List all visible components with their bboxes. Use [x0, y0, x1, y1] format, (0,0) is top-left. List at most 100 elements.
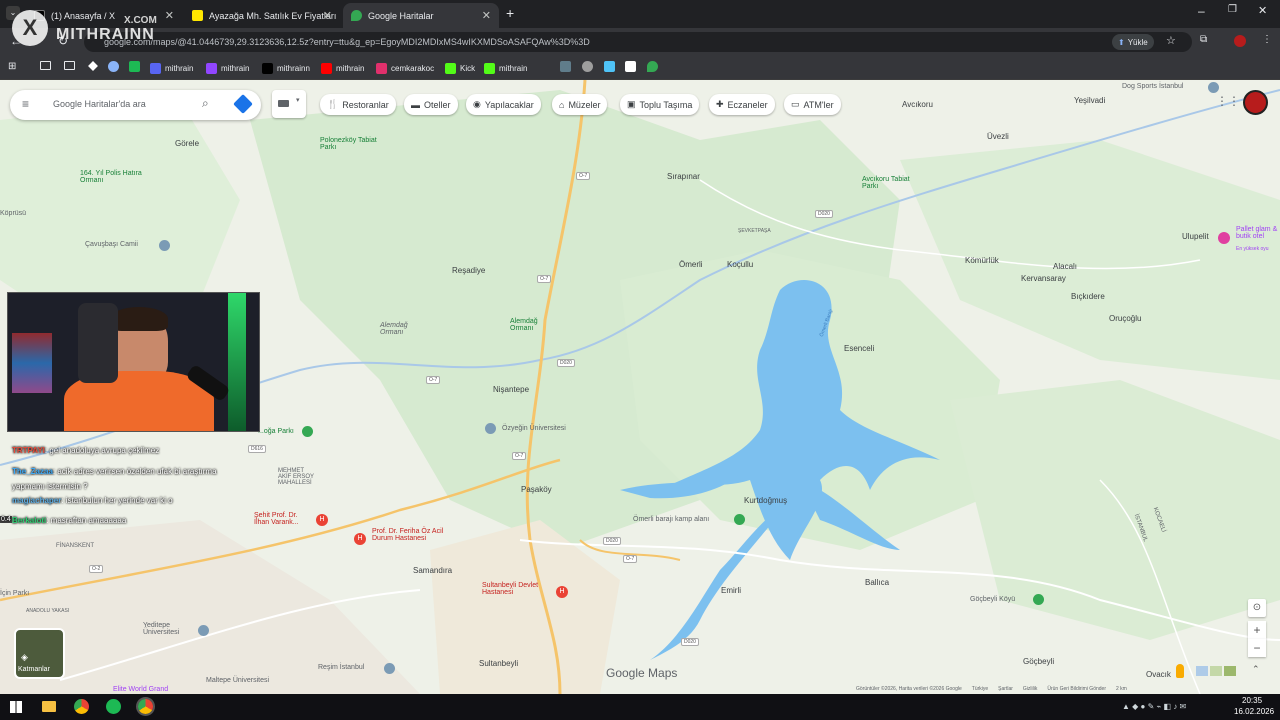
chip-atms[interactable]: ▭ ATM'ler: [784, 94, 841, 115]
place-label: Bıçkıdere: [1071, 292, 1105, 301]
layers-button[interactable]: ◈ Katmanlar: [14, 628, 65, 679]
chat-text: : masraftan amaaaaaa: [46, 516, 127, 525]
place-label: Şehit Prof. Dr. İlhan Varank...: [254, 512, 299, 526]
account-avatar[interactable]: [1243, 90, 1268, 115]
sahibinden-icon: [192, 10, 203, 21]
chip-transit[interactable]: ▣ Toplu Taşıma: [620, 94, 700, 115]
zoom-in-button[interactable]: +: [1248, 621, 1266, 639]
place-pin-icon[interactable]: [1208, 82, 1219, 93]
chat-badge: 0.4: [0, 516, 12, 523]
tab-google-maps[interactable]: Google Haritalar ✕: [343, 3, 499, 28]
google-maps-icon: [351, 10, 362, 21]
hamburger-menu-icon[interactable]: ≡: [22, 97, 29, 111]
chip-museums[interactable]: ⌂ Müzeler: [552, 94, 608, 115]
apps-icon[interactable]: ⊞: [8, 61, 16, 72]
hospital-pin-icon[interactable]: H: [354, 533, 366, 545]
mosque-pin-icon[interactable]: [159, 240, 170, 251]
bookmark-item[interactable]: mithrain: [150, 61, 193, 75]
place-label: Prof. Dr. Feriha Öz Acil Durum Hastanesi: [372, 528, 444, 542]
bookmark-icon[interactable]: [604, 61, 615, 72]
bookmark-icon[interactable]: [625, 61, 636, 72]
file-explorer-icon[interactable]: [42, 701, 56, 712]
menu-icon[interactable]: ⋮: [1262, 34, 1272, 45]
bookmark-icon[interactable]: [560, 61, 571, 72]
bookmark-item[interactable]: mithrain: [321, 61, 364, 75]
close-icon[interactable]: ✕: [482, 9, 491, 22]
hotel-pin-icon[interactable]: [1218, 232, 1230, 244]
expand-icon[interactable]: ⌃: [1252, 664, 1260, 675]
bookmark-icon[interactable]: [647, 61, 658, 72]
map-type-thumbnail[interactable]: [1210, 666, 1222, 676]
park-pin-icon[interactable]: [302, 426, 313, 437]
apps-grid-icon[interactable]: ⋮⋮: [1216, 94, 1240, 108]
place-pin-icon[interactable]: [384, 663, 395, 674]
bed-icon: ▬: [411, 99, 420, 110]
close-icon[interactable]: ✕: [323, 9, 332, 22]
category-dropdown[interactable]: ▾: [272, 90, 306, 118]
bookmark-item[interactable]: cemkarakoc: [376, 61, 434, 75]
minimize-button[interactable]: –: [1198, 4, 1205, 18]
hospital-pin-icon[interactable]: H: [556, 586, 568, 598]
google-maps-logo: Google Maps: [606, 666, 678, 680]
map-type-thumbnail[interactable]: [1196, 666, 1208, 676]
tab-sahibinden[interactable]: Ayazağa Mh. Satılık Ev Fiyatları ✕: [184, 3, 340, 28]
extensions-icon[interactable]: ⧉: [1200, 34, 1207, 45]
map-type-thumbnail[interactable]: [1224, 666, 1236, 676]
chip-hotels[interactable]: ▬ Oteller: [404, 94, 458, 115]
clock-time[interactable]: 20:35: [1242, 696, 1262, 705]
windows-start-icon[interactable]: [10, 701, 22, 713]
bookmark-icon[interactable]: [88, 61, 98, 71]
chip-pharmacies[interactable]: ✚ Eczaneler: [709, 94, 775, 115]
address-bar[interactable]: google.com/maps/@41.0446739,29.3123636,1…: [84, 32, 1192, 52]
zoom-out-button[interactable]: −: [1248, 639, 1266, 657]
school-pin-icon[interactable]: [198, 625, 209, 636]
bookmark-item[interactable]: mithrain: [206, 61, 249, 75]
upload-button[interactable]: ⬆ Yükle: [1112, 34, 1154, 50]
place-label: Reşadiye: [452, 266, 486, 275]
windows-taskbar: ▲ ◆ ● ✎ ⌁ ◧ ♪ ✉ 20:35 16.02.2026: [0, 694, 1280, 720]
bookmark-icon[interactable]: [582, 61, 593, 72]
footer-link[interactable]: Şartlar: [998, 686, 1013, 692]
bookmark-icon[interactable]: [129, 61, 140, 72]
hospital-pin-icon[interactable]: H: [316, 514, 328, 526]
my-location-button[interactable]: ⊙: [1248, 599, 1266, 617]
tray-icons[interactable]: ▲ ◆ ● ✎ ⌁ ◧ ♪ ✉: [1122, 702, 1222, 712]
clock-date[interactable]: 16.02.2026: [1234, 707, 1274, 716]
footer-link[interactable]: Gizlilik: [1023, 686, 1037, 692]
maximize-button[interactable]: ❐: [1228, 4, 1237, 15]
map-footer: Görüntüler ©2026, Harita verileri ©2026 …: [856, 686, 1127, 692]
folder-icon[interactable]: [40, 61, 51, 70]
folder-icon[interactable]: [64, 61, 75, 70]
chip-things-to-do[interactable]: ◉ Yapılacaklar: [466, 94, 541, 115]
park-pin-icon[interactable]: [734, 514, 745, 525]
chrome-active-icon[interactable]: [138, 699, 153, 714]
search-box[interactable]: ≡ Google Haritalar'da ara ⌕: [10, 90, 261, 120]
school-pin-icon[interactable]: [485, 423, 496, 434]
close-window-button[interactable]: ✕: [1258, 4, 1267, 17]
footer-link[interactable]: Ürün Geri Bildirimi Gönder: [1047, 686, 1106, 692]
place-label: FİNANSKENT: [56, 543, 95, 549]
road-label: O-7: [512, 452, 527, 460]
pegman-icon[interactable]: [1176, 664, 1184, 678]
star-icon[interactable]: ☆: [1166, 34, 1176, 47]
footer-link[interactable]: Türkiye: [972, 686, 988, 692]
place-label: Kömürlük: [965, 256, 999, 265]
bookmark-icon[interactable]: [108, 61, 119, 72]
search-input[interactable]: Google Haritalar'da ara: [53, 99, 146, 109]
chrome-icon[interactable]: [74, 699, 89, 714]
spotify-icon[interactable]: [106, 699, 121, 714]
scale-label: 2 km: [1116, 686, 1127, 692]
park-pin-icon[interactable]: [1033, 594, 1044, 605]
place-label: Avcıkoru: [902, 100, 933, 109]
chip-restaurants[interactable]: 🍴 Restoranlar: [320, 94, 396, 115]
bookmark-item[interactable]: mithrain: [484, 61, 527, 75]
place-label: Kervansaray: [1021, 274, 1066, 283]
bookmark-item[interactable]: Kick: [445, 61, 475, 75]
search-icon[interactable]: ⌕: [202, 96, 209, 111]
directions-icon[interactable]: [233, 94, 253, 114]
new-tab-button[interactable]: +: [506, 5, 514, 21]
museum-icon: ⌂: [559, 99, 565, 110]
bookmark-item[interactable]: mithrainn: [262, 61, 310, 75]
profile-avatar[interactable]: [1234, 35, 1246, 47]
keyboard-icon: [278, 100, 289, 107]
